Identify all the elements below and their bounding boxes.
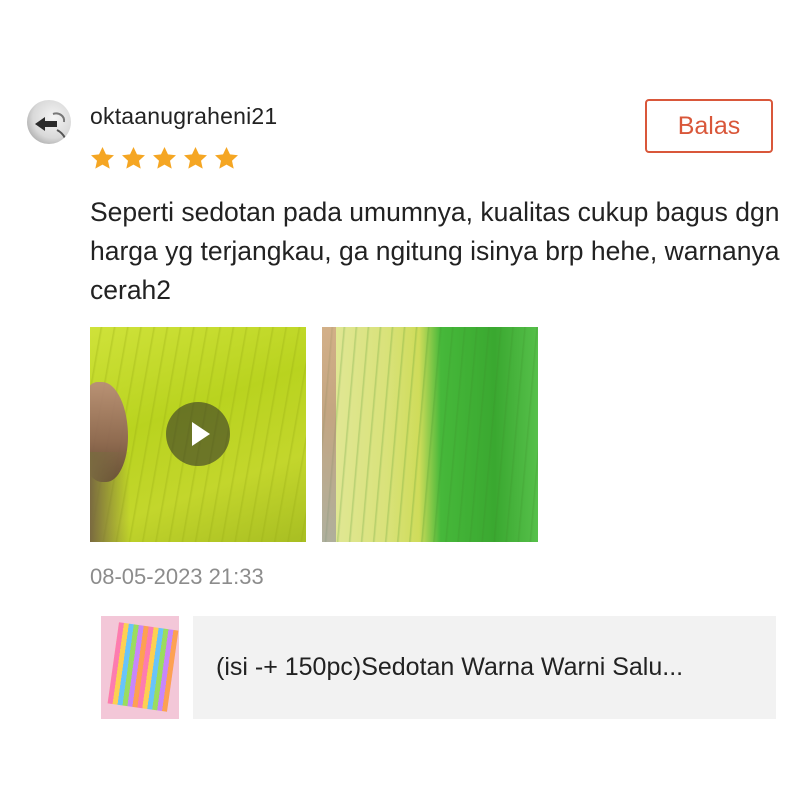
avatar-icon xyxy=(35,112,66,139)
review-photo-thumbnail[interactable] xyxy=(322,327,538,542)
product-info[interactable]: (isi -+ 150pc)Sedotan Warna Warni Salu..… xyxy=(193,616,776,719)
avatar[interactable] xyxy=(27,100,71,144)
product-image-straws xyxy=(107,622,179,712)
review-video-thumbnail[interactable] xyxy=(90,327,306,542)
rating-stars xyxy=(89,145,240,172)
product-thumbnail[interactable] xyxy=(101,616,179,719)
star-icon xyxy=(153,147,176,169)
photo-edge xyxy=(322,327,336,542)
star-icon xyxy=(184,147,207,169)
star-icon xyxy=(215,147,238,169)
reviewer-username[interactable]: oktaanugraheni21 xyxy=(90,103,277,130)
star-icon xyxy=(122,147,145,169)
product-card[interactable]: (isi -+ 150pc)Sedotan Warna Warni Salu..… xyxy=(101,616,776,719)
review-timestamp: 08-05-2023 21:33 xyxy=(90,564,264,589)
product-title: (isi -+ 150pc)Sedotan Warna Warni Salu..… xyxy=(216,653,684,681)
play-button[interactable] xyxy=(166,402,230,466)
reply-button[interactable]: Balas xyxy=(645,99,773,153)
photo-shadow xyxy=(90,452,130,542)
play-icon xyxy=(192,422,210,446)
review-page: oktaanugraheni21 Balas Seperti sedotan p… xyxy=(0,0,800,800)
star-icon xyxy=(91,147,114,169)
review-text: Seperti sedotan pada umumnya, kualitas c… xyxy=(90,197,780,305)
